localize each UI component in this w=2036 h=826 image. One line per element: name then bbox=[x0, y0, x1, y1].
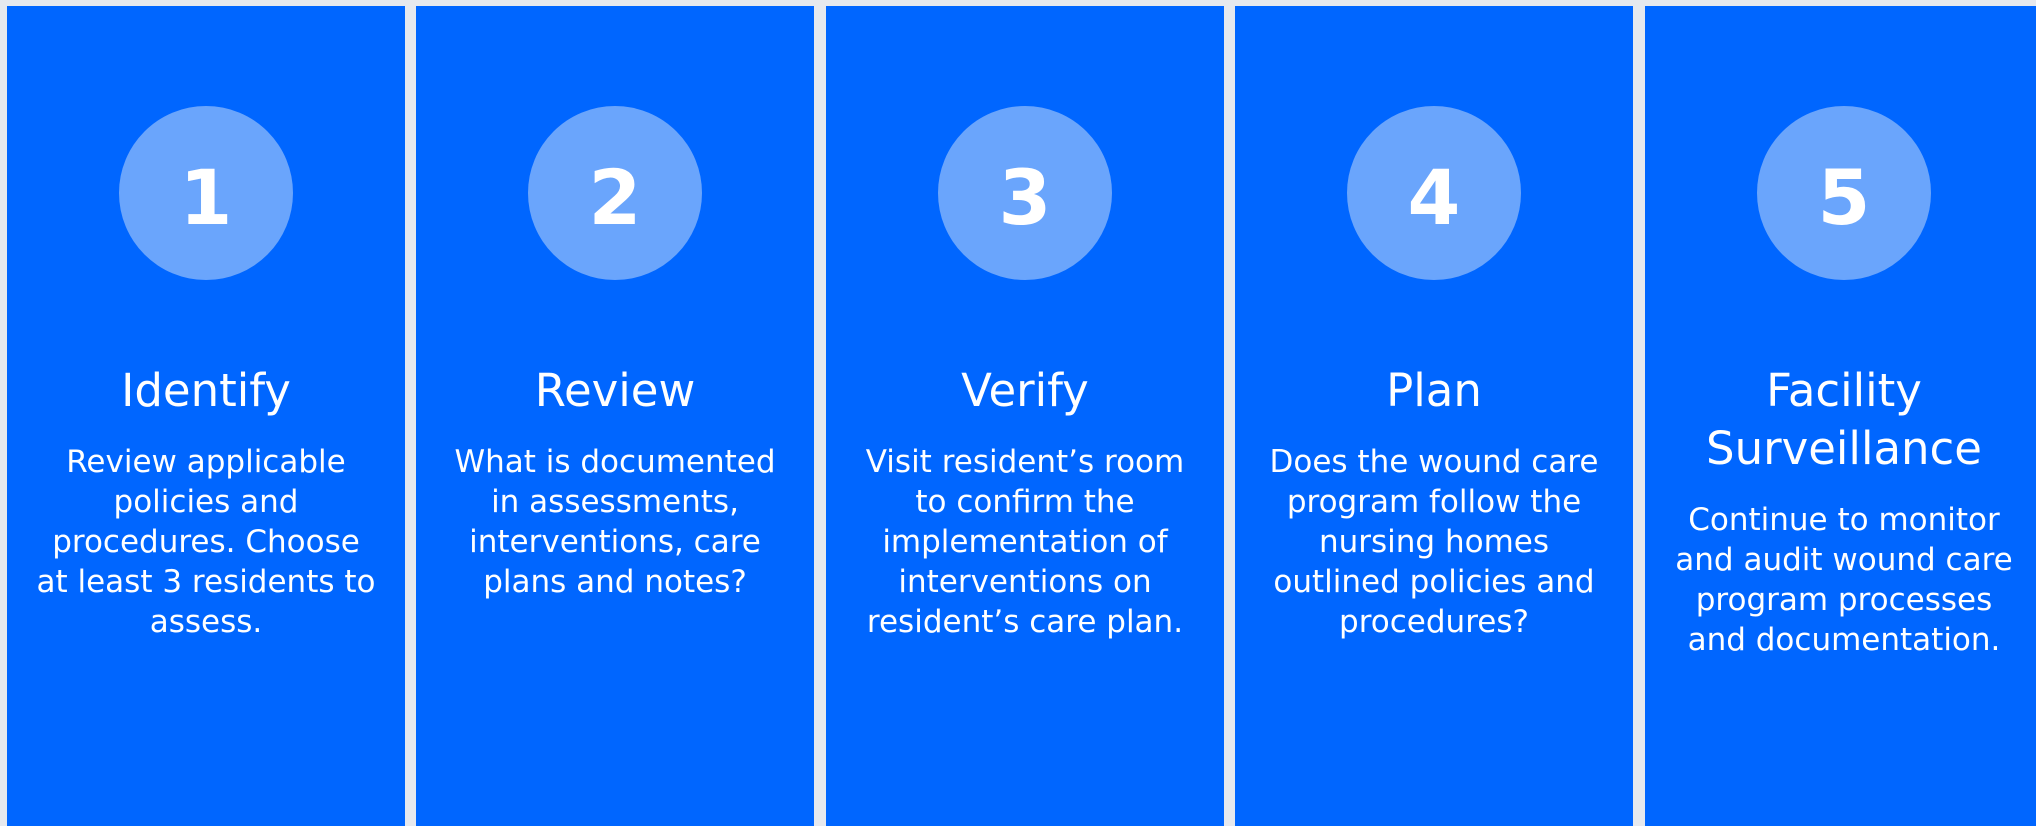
step-panel-identify: 1 Identify Review applicable policies an… bbox=[7, 6, 405, 826]
step-description-line: Continue to monitor bbox=[1688, 502, 2000, 538]
step-panel-plan: 4 Plan Does the wound care program follo… bbox=[1235, 6, 1633, 826]
step-title-line: Facility bbox=[1766, 364, 1922, 417]
step-description-line: nursing homes bbox=[1318, 524, 1550, 560]
step-description-line: plans and notes? bbox=[483, 564, 747, 600]
step-description-line: policies and bbox=[113, 484, 299, 520]
step-number-badge: 5 bbox=[1757, 106, 1931, 280]
step-description-line: interventions, care bbox=[469, 524, 761, 560]
step-description-line: program processes bbox=[1695, 582, 1993, 618]
step-number: 1 bbox=[179, 153, 233, 242]
step-title-line: Surveillance bbox=[1706, 422, 1982, 475]
step-description: What is documented in assessments, inter… bbox=[434, 442, 796, 602]
step-description-line: to confirm the bbox=[915, 484, 1135, 520]
step-description-line: interventions on bbox=[898, 564, 1152, 600]
step-description-line: assess. bbox=[149, 604, 263, 640]
step-description: Continue to monitor and audit wound care… bbox=[1663, 500, 2025, 660]
step-number: 2 bbox=[588, 153, 642, 242]
step-panel-review: 2 Review What is documented in assessmen… bbox=[416, 6, 814, 826]
process-steps: 1 Identify Review applicable policies an… bbox=[0, 0, 2036, 826]
step-title-line: Plan bbox=[1386, 364, 1482, 417]
step-title-line: Review bbox=[534, 364, 696, 417]
step-title: Review bbox=[426, 362, 804, 420]
step-description-line: Review applicable bbox=[66, 444, 346, 480]
step-description-line: in assessments, bbox=[491, 484, 739, 520]
step-number-badge: 2 bbox=[528, 106, 702, 280]
step-panel-facility-surveillance: 5 Facility Surveillance Continue to moni… bbox=[1645, 6, 2036, 826]
step-title-line: Verify bbox=[961, 364, 1089, 417]
step-panel-verify: 3 Verify Visit resident’s room to confir… bbox=[826, 6, 1224, 826]
step-title: Plan bbox=[1245, 362, 1623, 420]
step-title-line: Identify bbox=[121, 364, 291, 417]
step-number: 5 bbox=[1817, 153, 1871, 242]
step-description-line: at least 3 residents to bbox=[36, 564, 376, 600]
step-description-line: resident’s care plan. bbox=[866, 604, 1184, 640]
step-number-badge: 1 bbox=[119, 106, 293, 280]
step-number: 3 bbox=[998, 153, 1052, 242]
step-description-line: program follow the bbox=[1286, 484, 1582, 520]
step-description-line: procedures. Choose bbox=[52, 524, 360, 560]
step-number-badge: 4 bbox=[1347, 106, 1521, 280]
step-title: Verify bbox=[836, 362, 1214, 420]
step-title: Facility Surveillance bbox=[1655, 362, 2033, 478]
step-description-line: Visit resident’s room bbox=[865, 444, 1185, 480]
step-description-line: procedures? bbox=[1339, 604, 1529, 640]
step-description-line: Does the wound care bbox=[1269, 444, 1599, 480]
step-description-line: implementation of bbox=[882, 524, 1168, 560]
step-description: Visit resident’s room to confirm the imp… bbox=[844, 442, 1206, 642]
step-number-badge: 3 bbox=[938, 106, 1112, 280]
step-description-line: outlined policies and bbox=[1273, 564, 1595, 600]
step-description-line: What is documented bbox=[454, 444, 776, 480]
step-description-line: and audit wound care bbox=[1675, 542, 2013, 578]
step-description: Does the wound care program follow the n… bbox=[1253, 442, 1615, 642]
step-title: Identify bbox=[17, 362, 395, 420]
step-description-line: and documentation. bbox=[1687, 622, 2001, 658]
step-number: 4 bbox=[1407, 153, 1461, 242]
step-description: Review applicable policies and procedure… bbox=[25, 442, 387, 642]
